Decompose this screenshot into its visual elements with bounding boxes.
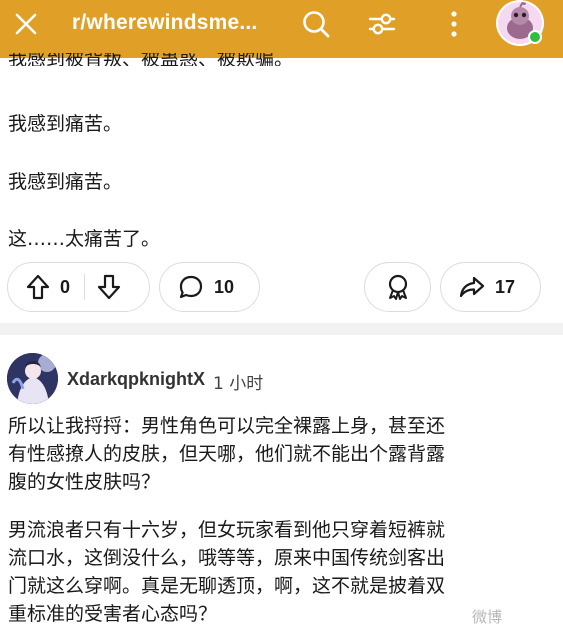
more-options-button[interactable] (432, 0, 476, 48)
comment-line: 重标准的受害者心态吗？ (8, 603, 218, 625)
comment-count: 10 (214, 276, 235, 297)
share-count: 17 (495, 276, 516, 297)
share-button[interactable]: 17 (440, 262, 541, 312)
share-icon-wrap (459, 275, 485, 299)
upvote-button[interactable] (26, 274, 50, 300)
comment-icon (179, 275, 203, 299)
comments-button[interactable]: 10 (159, 262, 260, 312)
close-button[interactable] (4, 0, 48, 48)
profile-avatar-button[interactable] (496, 0, 546, 46)
app-header: r/wherewindsme... (0, 0, 563, 58)
section-divider (0, 323, 563, 335)
subreddit-title[interactable]: r/wherewindsme... (72, 11, 257, 35)
award-icon (388, 274, 407, 300)
search-icon (303, 11, 330, 38)
comment-line: 有性感撩人的皮肤，但天哪，他们就不能出个露背露 (8, 443, 446, 465)
commenter-avatar[interactable] (7, 353, 58, 404)
vote-control: 0 (7, 262, 150, 312)
filter-button[interactable] (360, 0, 404, 48)
watermark: 微博 (472, 608, 503, 626)
post-paragraph: 我感到痛苦。 (8, 171, 123, 193)
comment-line: 所以让我捋捋：男性角色可以完全裸露上身，甚至还 (8, 415, 446, 437)
post-text-cutoff: 我感到被背叛、被蛊惑、被欺骗。 (8, 53, 294, 66)
more-vertical-icon (451, 11, 457, 37)
vote-count: 0 (60, 276, 71, 297)
commenter-username[interactable]: XdarkqpknightX (67, 369, 205, 390)
search-button[interactable] (294, 0, 338, 48)
share-icon (459, 276, 485, 298)
comment-icon-wrap (178, 274, 204, 300)
comment-line: 男流浪者只有十六岁，但女玩家看到他只穿着短裤就 (8, 519, 446, 541)
award-button[interactable] (364, 262, 431, 312)
commenter-avatar-image (7, 353, 58, 404)
comment-timestamp: 1 小时 (213, 374, 264, 394)
filter-icon (368, 13, 396, 35)
comment-line: 腹的女性皮肤吗？ (8, 471, 161, 493)
downvote-button[interactable] (97, 274, 121, 300)
close-icon (15, 13, 37, 35)
vote-divider (84, 274, 86, 300)
online-status-indicator (528, 30, 542, 44)
comment-line: 流口水，这倒没什么，哦等等，原来中国传统剑客出 (8, 547, 446, 569)
post-paragraph: 我感到痛苦。 (8, 113, 123, 135)
post-paragraph: 这……太痛苦了。 (8, 228, 161, 250)
upvote-icon (26, 274, 50, 300)
comment-line: 门就这么穿啊。真是无聊透顶，啊，这不就是披着双 (8, 575, 446, 597)
downvote-icon (97, 274, 121, 300)
